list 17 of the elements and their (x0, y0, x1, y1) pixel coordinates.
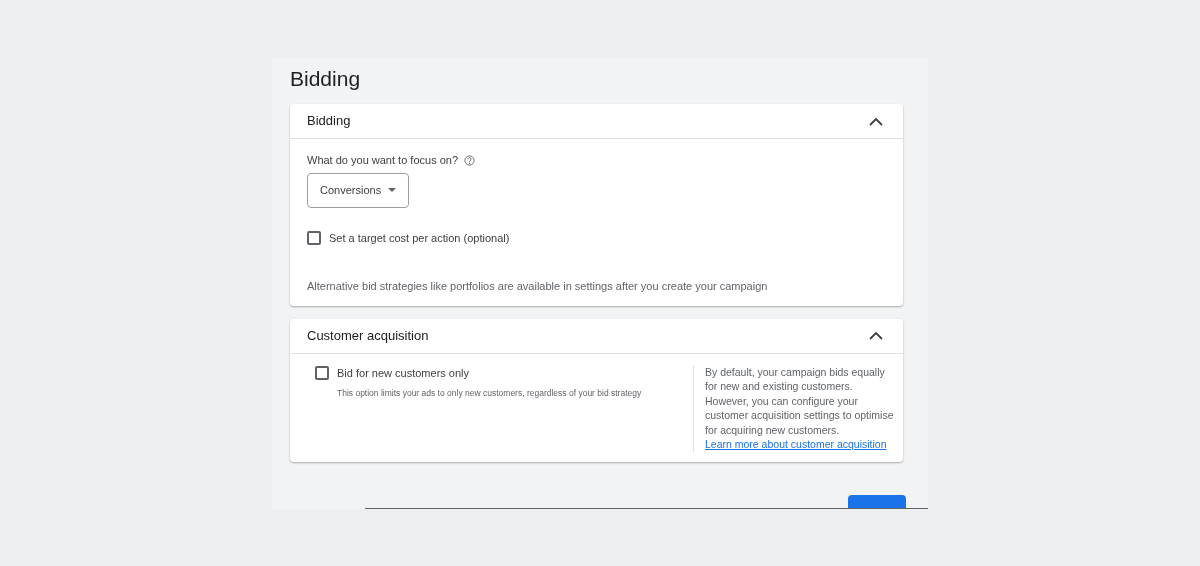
dropdown-caret-icon (388, 188, 397, 192)
page-title: Bidding (290, 66, 362, 92)
checkbox-label[interactable]: Bid for new customers only (337, 364, 470, 381)
checkbox[interactable] (307, 230, 321, 245)
checkbox[interactable] (315, 365, 329, 380)
info-paragraph: By default, your campaign bids equally for new and existing customers. However, you can configure your customer acquisition settings to optimise for acquiring new customers. Learn more about customer acquisition (705, 364, 895, 453)
info-text: Alternative bid strategies like portfolios are available in settings after you create your campaign (307, 279, 769, 294)
chevron-up-icon[interactable] (869, 331, 883, 340)
option-description: This option limits your ads to only new customers, regardless of your bid strategy (337, 387, 643, 400)
focus-dropdown[interactable]: Conversions (307, 172, 410, 208)
section-title: Bidding (307, 112, 351, 131)
section-title: Customer acquisition (307, 326, 429, 345)
help-icon[interactable] (464, 154, 476, 166)
chevron-up-icon[interactable] (869, 116, 883, 126)
learn-more-link[interactable]: Learn more about customer acquisition (705, 438, 887, 451)
question-label: What do you want to focus on? (307, 153, 459, 168)
checkbox-label[interactable]: Set a target cost per action (optional) (329, 229, 510, 246)
